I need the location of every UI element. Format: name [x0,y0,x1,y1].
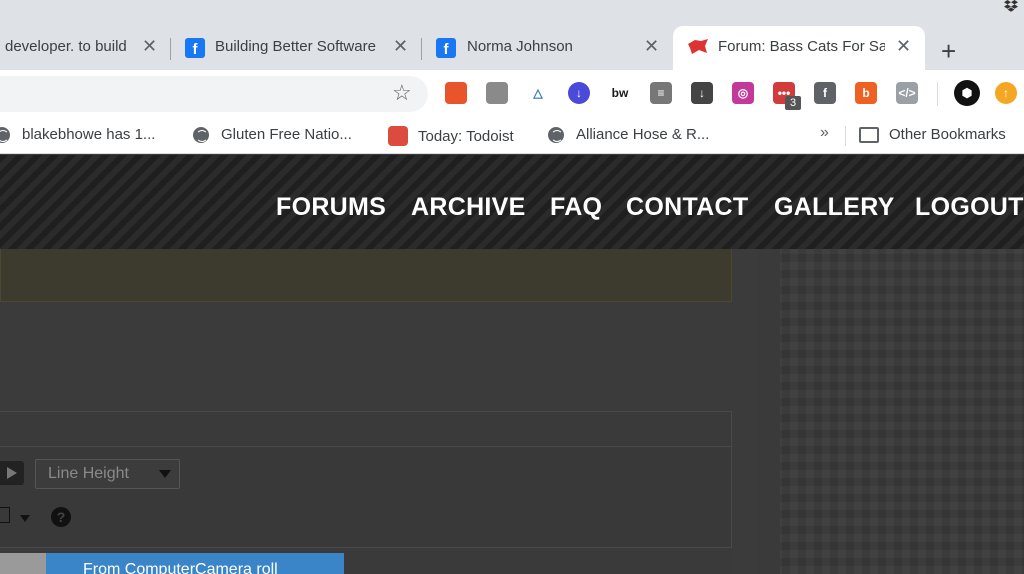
todoist-icon [388,126,408,146]
bookmarks-separator [845,126,846,146]
toolbar-separator [937,82,938,106]
tab-label: Forum: Bass Cats For Sale [718,38,885,55]
triangle-extension-icon[interactable]: △ [527,82,549,104]
nav-archive[interactable]: ARCHIVE [411,193,526,222]
tab-developer[interactable]: developer. to build ✕ [0,26,168,70]
notice-box [0,249,732,302]
bw-extension-icon[interactable]: bw [609,82,631,104]
bookmark-gluten-free[interactable]: Gluten Free Natio... [193,126,352,143]
bookmark-label: Today: Todoist [418,127,514,145]
tab-label: Building Better Software [215,38,376,55]
geek-extension-icon[interactable]: ⬢ [954,80,980,106]
tab-label: Norma Johnson [467,38,573,55]
stack-extension-icon[interactable]: ≡ [650,82,672,104]
globe-icon [193,126,209,143]
browser-toolbar: ☆ △ ↓ bw ≡ ↓ ◎ ••• f b </> ⬢ ↑ 3 [0,70,1024,118]
tab-separator [170,38,171,60]
tab-separator [421,38,422,60]
close-icon[interactable]: ✕ [393,36,408,57]
download-box-extension-icon[interactable]: ↓ [691,82,713,104]
close-icon[interactable]: ✕ [142,36,157,57]
site-header: FORUMS ARCHIVE FAQ CONTACT GALLERY LOGOU… [0,155,1024,249]
tab-label: developer. to build [5,38,127,55]
tab-norma-johnson[interactable]: f Norma Johnson ✕ [424,26,670,70]
close-icon[interactable]: ✕ [644,36,659,57]
extension-badge-count: 3 [785,96,801,110]
editor-header [0,411,732,447]
nav-forums[interactable]: FORUMS [276,193,386,222]
bookmark-star-icon[interactable]: ☆ [392,80,412,106]
bookmark-blakebhowe[interactable]: blakebhowe has 1... [0,126,155,143]
tab-building-better-software[interactable]: f Building Better Software ✕ [173,26,421,70]
facebook-icon: f [185,38,205,58]
chevron-down-icon [159,470,171,478]
facebook-icon: f [436,38,456,58]
close-icon[interactable]: ✕ [896,36,911,57]
globe-icon [548,126,564,143]
address-bar[interactable]: ☆ [0,76,428,112]
upload-tab-inactive[interactable] [0,553,46,574]
globe-icon [0,126,10,143]
sidebar-gutter [758,249,780,574]
bookmark-label: blakebhowe has 1... [22,126,156,143]
tab-strip: developer. to build ✕ f Building Better … [0,16,1024,70]
line-height-label: Line Height [48,465,129,482]
code-extension-icon[interactable]: </> [896,82,918,104]
bitly-extension-icon[interactable]: b [855,82,877,104]
sidebar-panel [758,249,1024,574]
bookmarks-bar: blakebhowe has 1... Gluten Free Natio...… [0,118,1024,154]
other-bookmarks-button[interactable]: Other Bookmarks [859,126,1006,143]
page-content: FORUMS ARCHIVE FAQ CONTACT GALLERY LOGOU… [0,155,1024,574]
upload-extension-icon[interactable]: ↑ [995,82,1017,104]
tab-forum-bass-cats[interactable]: Forum: Bass Cats For Sale ✕ [673,26,925,70]
gear-extension-icon[interactable] [486,82,508,104]
other-bookmarks-label: Other Bookmarks [889,126,1006,143]
dropbox-icon[interactable] [1004,0,1018,12]
camera-ring-extension-icon[interactable]: ◎ [732,82,754,104]
bookmark-todoist[interactable]: Today: Todoist [388,126,514,146]
line-height-select[interactable]: Line Height [35,459,180,489]
nav-logout[interactable]: LOGOUT [915,193,1024,222]
facebook-extension-icon[interactable]: f [814,82,836,104]
media-play-icon[interactable] [0,461,24,485]
table-icon[interactable] [0,507,10,523]
new-tab-button[interactable]: + [941,36,956,67]
bookmark-label: Alliance Hose & R... [576,126,710,143]
nav-gallery[interactable]: GALLERY [774,193,895,222]
upload-from-computer-button[interactable]: From ComputerCamera roll [46,553,344,574]
bookmarks-overflow-button[interactable]: » [820,124,829,142]
nav-contact[interactable]: CONTACT [626,193,748,222]
chevron-down-icon[interactable] [20,515,30,522]
window-top-strip [0,0,1024,16]
help-icon[interactable]: ? [51,507,71,527]
fox-extension-icon[interactable] [445,82,467,104]
folder-icon [859,126,879,143]
bass-cats-logo-icon [688,39,708,54]
bookmark-alliance-hose[interactable]: Alliance Hose & R... [548,126,709,143]
nav-faq[interactable]: FAQ [550,193,602,222]
download-circle-extension-icon[interactable]: ↓ [568,82,590,104]
bookmark-label: Gluten Free Natio... [221,126,352,143]
